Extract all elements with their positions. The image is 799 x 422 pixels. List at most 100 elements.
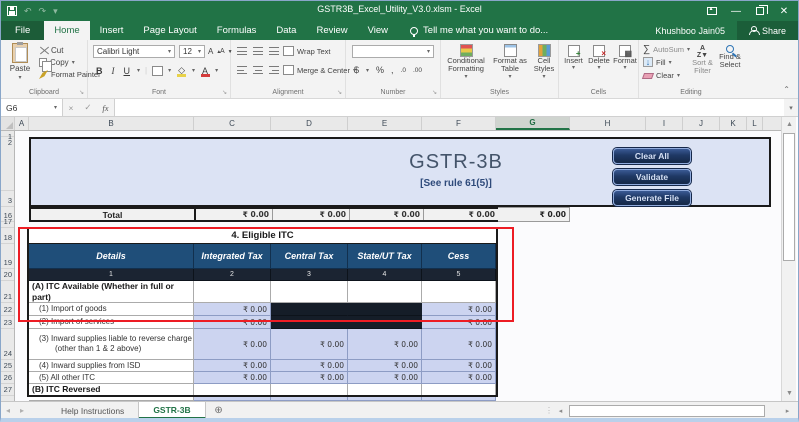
total-value-cell[interactable]: ₹ 0.00 (273, 209, 350, 220)
insert-cells-button[interactable]: + Insert ▾ (561, 45, 586, 72)
row-header[interactable]: 3 (1, 191, 14, 207)
row-header[interactable]: 23 (1, 316, 14, 329)
row-header[interactable]: 25 (1, 360, 14, 372)
clear-button[interactable]: Clear ▾ (641, 71, 680, 80)
increase-decimal-button[interactable]: .0 (401, 67, 406, 74)
tab-home[interactable]: Home (44, 21, 90, 40)
value-cell[interactable]: ₹ 0.00 (422, 329, 496, 360)
select-all-corner[interactable] (1, 117, 15, 130)
underline-button[interactable]: U (122, 66, 133, 76)
cut-button[interactable]: Cut (39, 46, 63, 55)
header-state-ut-tax[interactable]: State/UT Tax (348, 244, 422, 269)
format-as-table-button[interactable]: Format as Table ▾ (491, 44, 529, 80)
align-bottom-icon[interactable] (269, 47, 279, 55)
total-value-cell[interactable]: ₹ 0.00 (350, 209, 424, 220)
total-value-cell[interactable]: ₹ 0.00 (498, 207, 570, 222)
worksheet-grid[interactable]: 1 2 3 16 17 18 19 20 21 22 23 24 25 26 2… (1, 131, 781, 401)
section-b-label[interactable]: (B) ITC Reversed (29, 384, 194, 396)
column-header-b[interactable]: B (29, 117, 194, 130)
value-cell[interactable]: ₹ 0.00 (422, 303, 496, 316)
column-header-l[interactable]: L (747, 117, 763, 130)
copy-button[interactable]: Copy ▾ (39, 58, 75, 72)
accounting-format-button[interactable]: $ (354, 65, 359, 75)
generate-file-button[interactable]: Generate File (613, 190, 691, 206)
percent-style-button[interactable]: % (376, 65, 384, 75)
tab-view[interactable]: View (358, 21, 398, 40)
value-cell[interactable]: ₹ 0.00 (271, 372, 348, 384)
horizontal-scroll-thumb[interactable] (569, 404, 765, 417)
tab-page-layout[interactable]: Page Layout (133, 21, 206, 40)
sheet-nav-right-icon[interactable]: ▸ (15, 402, 29, 418)
scroll-left-icon[interactable]: ◂ (554, 404, 567, 417)
font-dialog-launcher-icon[interactable]: ↘ (222, 89, 227, 96)
row-header[interactable]: 26 (1, 372, 14, 384)
sheet-tab-gstr-3b[interactable]: GSTR-3B (139, 402, 206, 418)
value-cell[interactable]: ₹ 0.00 (194, 372, 271, 384)
validate-button[interactable]: Validate (613, 169, 691, 185)
ribbon-display-options-button[interactable] (700, 1, 724, 21)
value-cell[interactable]: ₹ 0.00 (348, 360, 422, 372)
insert-function-button[interactable]: fx (102, 103, 108, 113)
scroll-up-icon[interactable]: ▲ (783, 118, 796, 131)
font-size-select[interactable]: 12 ▾ (179, 45, 205, 58)
format-cells-button[interactable]: ▦ Format ▾ (612, 45, 638, 72)
clear-all-button[interactable]: Clear All (613, 148, 691, 164)
total-label-cell[interactable]: Total (31, 209, 196, 220)
tab-review[interactable]: Review (306, 21, 357, 40)
total-value-cell[interactable]: ₹ 0.00 (196, 209, 273, 220)
tell-me-box[interactable]: Tell me what you want to do... (398, 21, 548, 40)
clipboard-dialog-launcher-icon[interactable]: ↘ (79, 89, 84, 96)
horizontal-scrollbar[interactable]: ⋮ ◂ ▸ (545, 402, 798, 418)
horizontal-scroll-track[interactable] (569, 404, 779, 417)
fill-button[interactable]: ↓ Fill ▾ (643, 57, 672, 67)
header-cess[interactable]: Cess (422, 244, 496, 269)
tab-file[interactable]: File (1, 21, 45, 40)
italic-button[interactable]: I (110, 66, 117, 76)
column-header-e[interactable]: E (348, 117, 422, 130)
column-header-g-selected[interactable]: G (496, 117, 570, 130)
row-header[interactable]: 20 (1, 269, 14, 281)
autosum-button[interactable]: ∑ AutoSum ▾ (643, 44, 690, 55)
decrease-decimal-button[interactable]: .00 (413, 67, 422, 74)
align-top-icon[interactable] (237, 47, 247, 55)
number-format-select[interactable]: ▾ (352, 45, 434, 58)
align-left-icon[interactable] (237, 66, 247, 74)
font-name-select[interactable]: Calibri Light ▾ (93, 45, 175, 58)
row-header[interactable]: 2 (1, 137, 14, 191)
row-header[interactable]: 19 (1, 244, 14, 269)
total-value-cell[interactable]: ₹ 0.00 (424, 209, 498, 220)
column-header-k[interactable]: K (720, 117, 747, 130)
column-header-h[interactable]: H (570, 117, 646, 130)
expand-formula-bar-icon[interactable]: ▾ (784, 99, 798, 116)
section-a-label[interactable]: (A) ITC Available (Whether in full or pa… (29, 281, 194, 303)
column-header-c[interactable]: C (194, 117, 271, 130)
value-cell[interactable]: ₹ 0.00 (348, 372, 422, 384)
number-dialog-launcher-icon[interactable]: ↘ (432, 89, 437, 96)
name-box[interactable]: G6 ▾ (1, 99, 63, 116)
scroll-down-icon[interactable]: ▼ (783, 387, 796, 400)
tab-data[interactable]: Data (266, 21, 306, 40)
itc-table-title[interactable]: 4. Eligible ITC (29, 228, 496, 244)
minimize-button[interactable]: — (724, 1, 748, 21)
fill-color-button[interactable]: ◇ (176, 65, 187, 77)
align-middle-icon[interactable] (253, 47, 263, 55)
row-header[interactable]: 24 (1, 329, 14, 360)
header-integrated-tax[interactable]: Integrated Tax (194, 244, 271, 269)
column-header-i[interactable]: I (646, 117, 683, 130)
borders-icon[interactable] (152, 65, 164, 76)
value-cell[interactable]: ₹ 0.00 (194, 329, 271, 360)
value-cell[interactable]: ₹ 0.00 (271, 329, 348, 360)
scroll-right-icon[interactable]: ▸ (781, 404, 794, 417)
new-sheet-icon[interactable]: ⊕ (206, 402, 232, 418)
tab-insert[interactable]: Insert (90, 21, 134, 40)
column-header-d[interactable]: D (271, 117, 348, 130)
value-cell[interactable]: ₹ 0.00 (194, 303, 271, 316)
bold-button[interactable]: B (94, 66, 105, 76)
header-central-tax[interactable]: Central Tax (271, 244, 348, 269)
formula-input[interactable] (115, 99, 784, 116)
tab-formulas[interactable]: Formulas (207, 21, 267, 40)
paste-button[interactable]: Paste ▾ (5, 42, 35, 81)
vertical-scroll-thumb[interactable] (783, 133, 795, 261)
close-button[interactable]: ✕ (772, 1, 796, 21)
row-header[interactable]: 18 (1, 228, 14, 244)
